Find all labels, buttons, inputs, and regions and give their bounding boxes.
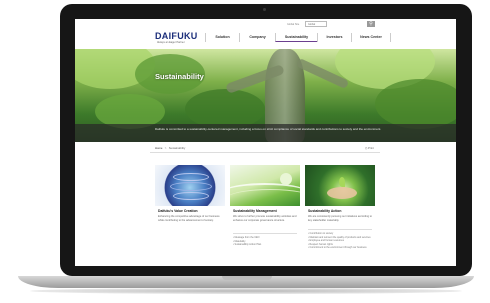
nav-item-news-center[interactable]: News Center <box>351 33 391 42</box>
breadcrumb-home[interactable]: Home <box>155 146 162 150</box>
breadcrumb-divider <box>150 152 380 153</box>
card-title[interactable]: Daifuku's Value Creation <box>158 209 198 213</box>
card-description: We are consistently pursuing our initiat… <box>308 215 372 222</box>
card-sustainability-management[interactable]: Sustainability Management We strive to f… <box>230 165 300 265</box>
card-link-list: Contribution to society Maintain and rei… <box>308 232 372 250</box>
card-divider <box>233 233 297 234</box>
print-label: Print <box>368 146 374 150</box>
laptop-notch <box>222 276 272 280</box>
language-select[interactable]: Global <box>305 21 327 27</box>
card-link[interactable]: Sustainability Action Plan <box>233 243 297 247</box>
card-description: We strive to further promote sustainabil… <box>233 215 297 222</box>
card-link[interactable]: Commitment to the environment through ou… <box>308 246 372 250</box>
nav-item-investors[interactable]: Investors <box>317 33 351 42</box>
card-divider <box>308 229 372 230</box>
breadcrumb: Home > Sustainability <box>155 146 186 150</box>
breadcrumb-current: Sustainability <box>168 146 186 150</box>
print-icon: ⎙ <box>365 146 368 150</box>
value-creation-image <box>155 165 225 206</box>
laptop-shadow <box>30 288 462 294</box>
hero-title: Sustainability <box>155 72 204 81</box>
card-title[interactable]: Sustainability Management <box>233 209 277 213</box>
card-link-list: Message from the CEO Materiality Sustain… <box>233 236 297 247</box>
search-icon[interactable]: ⚲ <box>367 21 375 27</box>
tagline: Always an Eager Partner <box>157 41 185 44</box>
card-description: Enhancing the competitive advantage of o… <box>158 215 220 222</box>
print-button[interactable]: ⎙ Print <box>365 146 374 150</box>
nav-item-company[interactable]: Company <box>239 33 275 42</box>
sustainability-action-image <box>305 165 375 206</box>
nav-item-sustainability[interactable]: Sustainability <box>275 33 317 42</box>
nav-item-solution[interactable]: Solution <box>205 33 239 42</box>
sustainability-management-image <box>230 165 300 206</box>
laptop-screen: Global Site Global ⚲ DAIFUKU Always an E… <box>75 19 456 266</box>
hero-description: Daifuku is committed to a sustainability… <box>155 127 382 131</box>
logo[interactable]: DAIFUKU <box>155 31 198 41</box>
card-value-creation[interactable]: Daifuku's Value Creation Enhancing the c… <box>155 165 225 265</box>
card-title[interactable]: Sustainability Action <box>308 209 341 213</box>
camera-icon <box>263 8 266 11</box>
global-site-link[interactable]: Global Site <box>287 23 299 26</box>
card-sustainability-action[interactable]: Sustainability Action We are consistentl… <box>305 165 375 265</box>
